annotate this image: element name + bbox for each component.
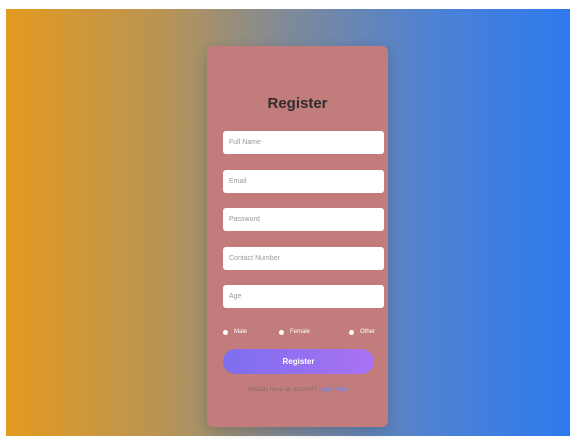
- full-name-input[interactable]: Full Name: [223, 131, 384, 154]
- gender-radio-male[interactable]: Male: [223, 329, 247, 335]
- email-placeholder: Email: [229, 178, 247, 185]
- password-placeholder: Password: [229, 216, 260, 223]
- age-placeholder: Age: [229, 293, 242, 300]
- register-card: Register Full Name Email Password Contac…: [207, 46, 388, 427]
- email-input[interactable]: Email: [223, 170, 384, 193]
- gender-label-other: Other: [360, 329, 376, 335]
- full-name-placeholder: Full Name: [229, 139, 261, 146]
- radio-circle-icon: [279, 329, 284, 335]
- gender-label-female: Female: [290, 329, 311, 335]
- form-title: Register: [267, 95, 328, 112]
- contact-number-input[interactable]: Contact Number: [223, 247, 384, 270]
- gender-radio-other[interactable]: Other: [349, 329, 375, 335]
- gender-label-male: Male: [234, 329, 248, 335]
- login-prompt: Already have an account? Login here: [207, 387, 388, 393]
- radio-circle-icon: [349, 329, 354, 335]
- password-input[interactable]: Password: [223, 208, 384, 231]
- contact-number-placeholder: Contact Number: [229, 255, 280, 262]
- register-button[interactable]: Register: [223, 349, 374, 374]
- radio-circle-icon: [223, 329, 228, 335]
- login-prompt-text: Already have an account?: [247, 387, 318, 393]
- gender-radio-group: Male Female Other: [223, 329, 384, 339]
- age-input[interactable]: Age: [223, 285, 384, 308]
- page-background: Register Full Name Email Password Contac…: [6, 9, 570, 436]
- gender-radio-female[interactable]: Female: [279, 329, 310, 335]
- login-link[interactable]: Login here: [319, 387, 347, 393]
